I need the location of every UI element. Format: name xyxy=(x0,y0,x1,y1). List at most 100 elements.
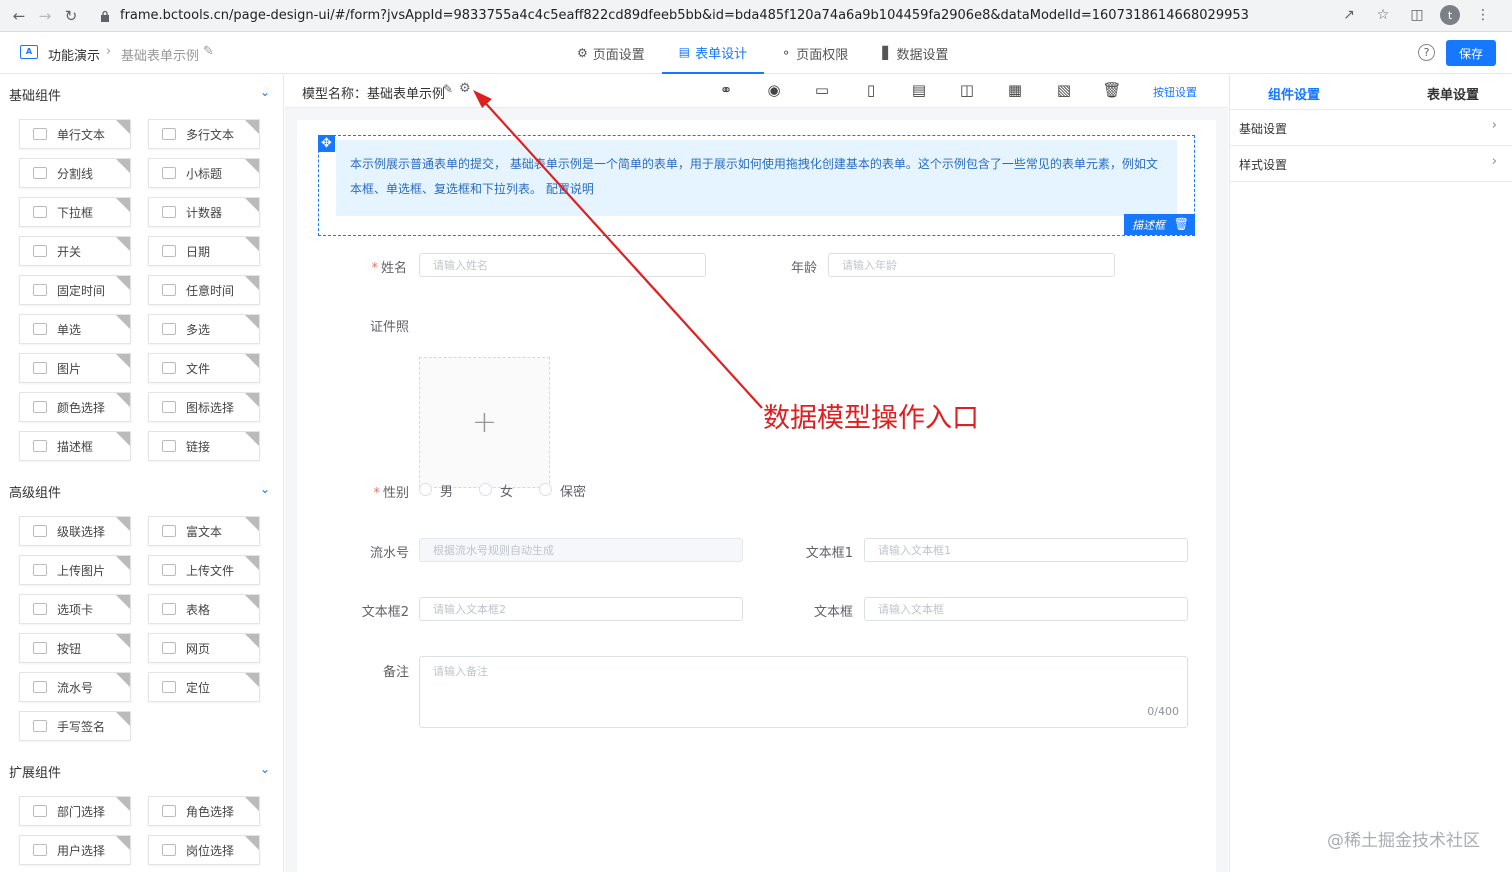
text-input[interactable]: 请输入文本框 xyxy=(864,597,1188,621)
component-item[interactable]: 任意时间 xyxy=(148,275,260,305)
component-icon xyxy=(33,362,47,374)
reload-icon[interactable]: ↻ xyxy=(58,3,84,29)
back-icon[interactable]: ← xyxy=(6,3,32,29)
help-icon[interactable]: ? xyxy=(1418,44,1435,61)
menu-dots-icon[interactable]: ⋮ xyxy=(1472,4,1494,26)
component-item[interactable]: 图标选择 xyxy=(148,392,260,422)
component-icon xyxy=(33,440,47,452)
component-item[interactable]: 描述框 xyxy=(19,431,131,461)
config-link[interactable]: 配置说明 xyxy=(546,182,594,196)
four-column-icon[interactable]: ▧ xyxy=(1055,81,1073,99)
radio-secret[interactable] xyxy=(539,483,552,496)
trash-icon[interactable]: 🗑 xyxy=(1102,81,1121,99)
sidebar-icon[interactable]: ◫ xyxy=(1406,4,1428,26)
tab-page-permission[interactable]: ⚬ 页面权限 xyxy=(764,32,865,74)
component-item[interactable]: 角色选择 xyxy=(148,796,260,826)
text2-input[interactable]: 请输入文本框2 xyxy=(419,597,743,621)
component-item[interactable]: 下拉框 xyxy=(19,197,131,227)
component-item[interactable]: 小标题 xyxy=(148,158,260,188)
component-icon xyxy=(33,245,47,257)
component-item[interactable]: 固定时间 xyxy=(19,275,131,305)
component-item[interactable]: 岗位选择 xyxy=(148,835,260,865)
trash-icon[interactable]: 🗑 xyxy=(1174,217,1189,231)
forward-icon[interactable]: → xyxy=(32,3,58,29)
age-input[interactable]: 请输入年龄 xyxy=(828,253,1115,277)
edit-icon[interactable]: ✎ xyxy=(443,82,453,96)
basic-settings-item[interactable]: 基础设置 › xyxy=(1230,110,1512,146)
age-label: 年龄 xyxy=(790,261,817,276)
radio-male-label: 男 xyxy=(440,485,454,500)
eye-icon[interactable]: ◉ xyxy=(765,81,783,99)
component-item[interactable]: 单选 xyxy=(19,314,131,344)
link-icon[interactable]: ⚭ xyxy=(717,81,735,99)
component-icon xyxy=(33,844,47,856)
component-label: 图片 xyxy=(57,361,82,376)
lock-icon xyxy=(101,10,109,22)
component-item[interactable]: 流水号 xyxy=(19,672,131,702)
tab-component-settings[interactable]: 组件设置 xyxy=(1268,84,1320,103)
desktop-icon[interactable]: ▭ xyxy=(813,81,831,99)
component-item[interactable]: 多选 xyxy=(148,314,260,344)
three-column-icon[interactable]: ▦ xyxy=(1006,81,1024,99)
star-icon[interactable]: ☆ xyxy=(1372,4,1394,26)
one-column-icon[interactable]: ▤ xyxy=(910,81,928,99)
component-item[interactable]: 网页 xyxy=(148,633,260,663)
component-item[interactable]: 开关 xyxy=(19,236,131,266)
key-icon: ⚬ xyxy=(781,46,792,60)
photo-label: 证件照 xyxy=(369,320,409,335)
component-item[interactable]: 用户选择 xyxy=(19,835,131,865)
gear-icon[interactable]: ⚙ xyxy=(459,81,471,96)
text1-label: 文本框1 xyxy=(805,546,853,561)
radio-female[interactable] xyxy=(479,483,492,496)
chevron-down-icon[interactable]: ⌄ xyxy=(260,85,270,99)
component-item[interactable]: 计数器 xyxy=(148,197,260,227)
address-bar[interactable]: frame.bctools.cn/page-design-ui/#/form?j… xyxy=(100,8,1340,23)
share-icon[interactable]: ↗ xyxy=(1338,4,1360,26)
tab-form-design[interactable]: ▤ 表单设计 xyxy=(661,32,765,74)
tab-data-settings[interactable]: ▋ 数据设置 xyxy=(865,32,965,74)
component-item[interactable]: 上传图片 xyxy=(19,555,131,585)
tab-page-settings[interactable]: ⚙ 页面设置 xyxy=(560,32,662,74)
chevron-down-icon[interactable]: ⌄ xyxy=(260,762,270,776)
component-item[interactable]: 链接 xyxy=(148,431,260,461)
description-tag: 描述框 🗑 xyxy=(1124,214,1195,235)
profile-avatar[interactable]: t xyxy=(1440,5,1460,25)
two-column-icon[interactable]: ◫ xyxy=(958,81,976,99)
component-item[interactable]: 颜色选择 xyxy=(19,392,131,422)
remark-textarea[interactable]: 请输入备注 0/400 xyxy=(419,656,1188,728)
chevron-down-icon[interactable]: ⌄ xyxy=(260,482,270,496)
component-item[interactable]: 级联选择 xyxy=(19,516,131,546)
component-label: 按钮 xyxy=(57,641,82,656)
radio-male[interactable] xyxy=(419,483,432,496)
text1-input[interactable]: 请输入文本框1 xyxy=(864,538,1188,562)
save-button[interactable]: 保存 xyxy=(1446,40,1496,66)
component-item[interactable]: 部门选择 xyxy=(19,796,131,826)
move-icon[interactable]: ✥ xyxy=(318,135,335,152)
component-label: 部门选择 xyxy=(57,804,106,819)
component-item[interactable]: 定位 xyxy=(148,672,260,702)
component-item[interactable]: 图片 xyxy=(19,353,131,383)
component-item[interactable]: 日期 xyxy=(148,236,260,266)
component-item[interactable]: 富文本 xyxy=(148,516,260,546)
name-input[interactable]: 请输入姓名 xyxy=(419,253,706,277)
component-label: 文件 xyxy=(186,361,211,376)
photo-upload[interactable]: + xyxy=(419,357,550,488)
component-item[interactable]: 单行文本 xyxy=(19,119,131,149)
mobile-icon[interactable]: ▯ xyxy=(862,81,880,99)
component-item[interactable]: 选项卡 xyxy=(19,594,131,624)
component-item[interactable]: 上传文件 xyxy=(148,555,260,585)
button-settings-link[interactable]: 按钮设置 xyxy=(1153,84,1197,100)
tab-form-settings[interactable]: 表单设置 xyxy=(1427,84,1479,103)
component-label: 定位 xyxy=(186,680,211,695)
style-settings-item[interactable]: 样式设置 › xyxy=(1230,146,1512,182)
app-name[interactable]: 功能演示 xyxy=(48,45,100,64)
component-label: 上传图片 xyxy=(57,563,106,578)
component-item[interactable]: 按钮 xyxy=(19,633,131,663)
component-item[interactable]: 表格 xyxy=(148,594,260,624)
component-item[interactable]: 分割线 xyxy=(19,158,131,188)
component-item[interactable]: 文件 xyxy=(148,353,260,383)
description-box[interactable]: 本示例展示普通表单的提交， 基础表单示例是一个简单的表单，用于展示如何使用拖拽化… xyxy=(336,140,1177,216)
edit-icon[interactable]: ✎ xyxy=(203,44,214,59)
component-item[interactable]: 多行文本 xyxy=(148,119,260,149)
component-item[interactable]: 手写签名 xyxy=(19,711,131,741)
